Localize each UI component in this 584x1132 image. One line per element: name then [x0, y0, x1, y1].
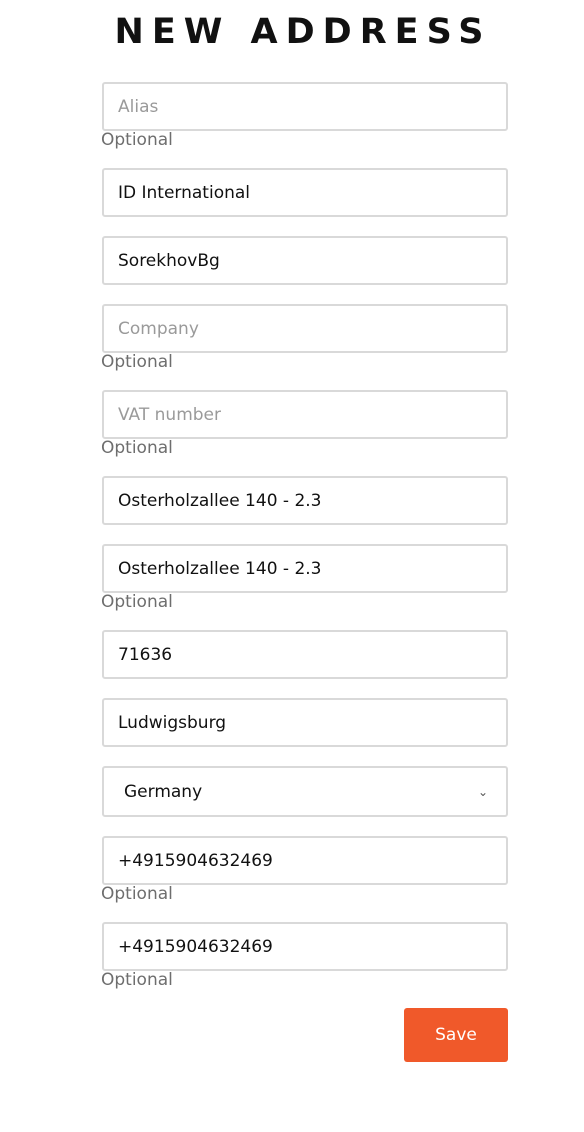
address-complement-input[interactable]: [102, 544, 508, 593]
phone-input[interactable]: [102, 836, 508, 885]
company-optional-hint: Optional: [101, 352, 173, 372]
alias-optional-hint: Optional: [101, 130, 173, 150]
address-complement-optional-hint: Optional: [101, 592, 173, 612]
alias-input[interactable]: [102, 82, 508, 131]
mobile-phone-input[interactable]: [102, 922, 508, 971]
address-input[interactable]: [102, 476, 508, 525]
mobile-phone-optional-hint: Optional: [101, 970, 173, 990]
vat-number-input[interactable]: [102, 390, 508, 439]
country-select[interactable]: Germany ⌄: [102, 766, 508, 817]
country-select-value: Germany: [124, 781, 203, 802]
vat-number-optional-hint: Optional: [101, 438, 173, 458]
city-input[interactable]: [102, 698, 508, 747]
company-input[interactable]: [102, 304, 508, 353]
new-address-page: NEW ADDRESS Optional Optional Optional O…: [0, 0, 584, 1132]
chevron-down-icon: ⌄: [477, 784, 488, 799]
phone-optional-hint: Optional: [101, 884, 173, 904]
postcode-input[interactable]: [102, 630, 508, 679]
first-name-input[interactable]: [102, 168, 508, 217]
last-name-input[interactable]: [102, 236, 508, 285]
page-title: NEW ADDRESS: [114, 12, 492, 52]
save-button[interactable]: Save: [404, 1008, 508, 1062]
